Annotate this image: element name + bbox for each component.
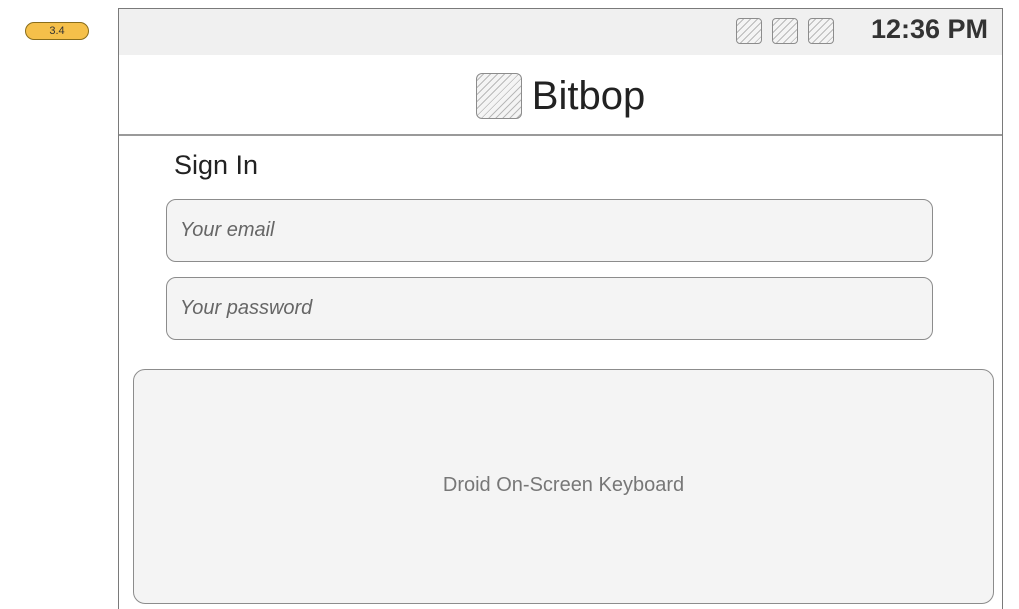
app-header-content: Bitbop bbox=[119, 73, 1002, 119]
email-field[interactable]: Your email bbox=[166, 199, 933, 262]
wifi-icon bbox=[772, 18, 798, 44]
password-field[interactable]: Your password bbox=[166, 277, 933, 340]
app-header: Bitbop bbox=[119, 55, 1002, 136]
version-badge: 3.4 bbox=[25, 22, 89, 40]
signal-icon bbox=[736, 18, 762, 44]
phone-screen: 12:36 PM Bitbop Sign In Your email Your … bbox=[118, 8, 1003, 609]
battery-icon bbox=[808, 18, 834, 44]
on-screen-keyboard[interactable]: Droid On-Screen Keyboard bbox=[133, 369, 994, 604]
status-bar: 12:36 PM bbox=[119, 9, 1002, 55]
password-placeholder: Your password bbox=[180, 297, 313, 319]
app-logo-icon bbox=[475, 73, 522, 119]
email-placeholder: Your email bbox=[180, 219, 275, 241]
keyboard-label: Droid On-Screen Keyboard bbox=[442, 474, 685, 496]
signin-title: Sign In bbox=[174, 150, 259, 180]
app-title: Bitbop bbox=[531, 73, 646, 118]
status-time: 12:36 PM bbox=[870, 14, 988, 44]
status-icons bbox=[736, 18, 834, 44]
